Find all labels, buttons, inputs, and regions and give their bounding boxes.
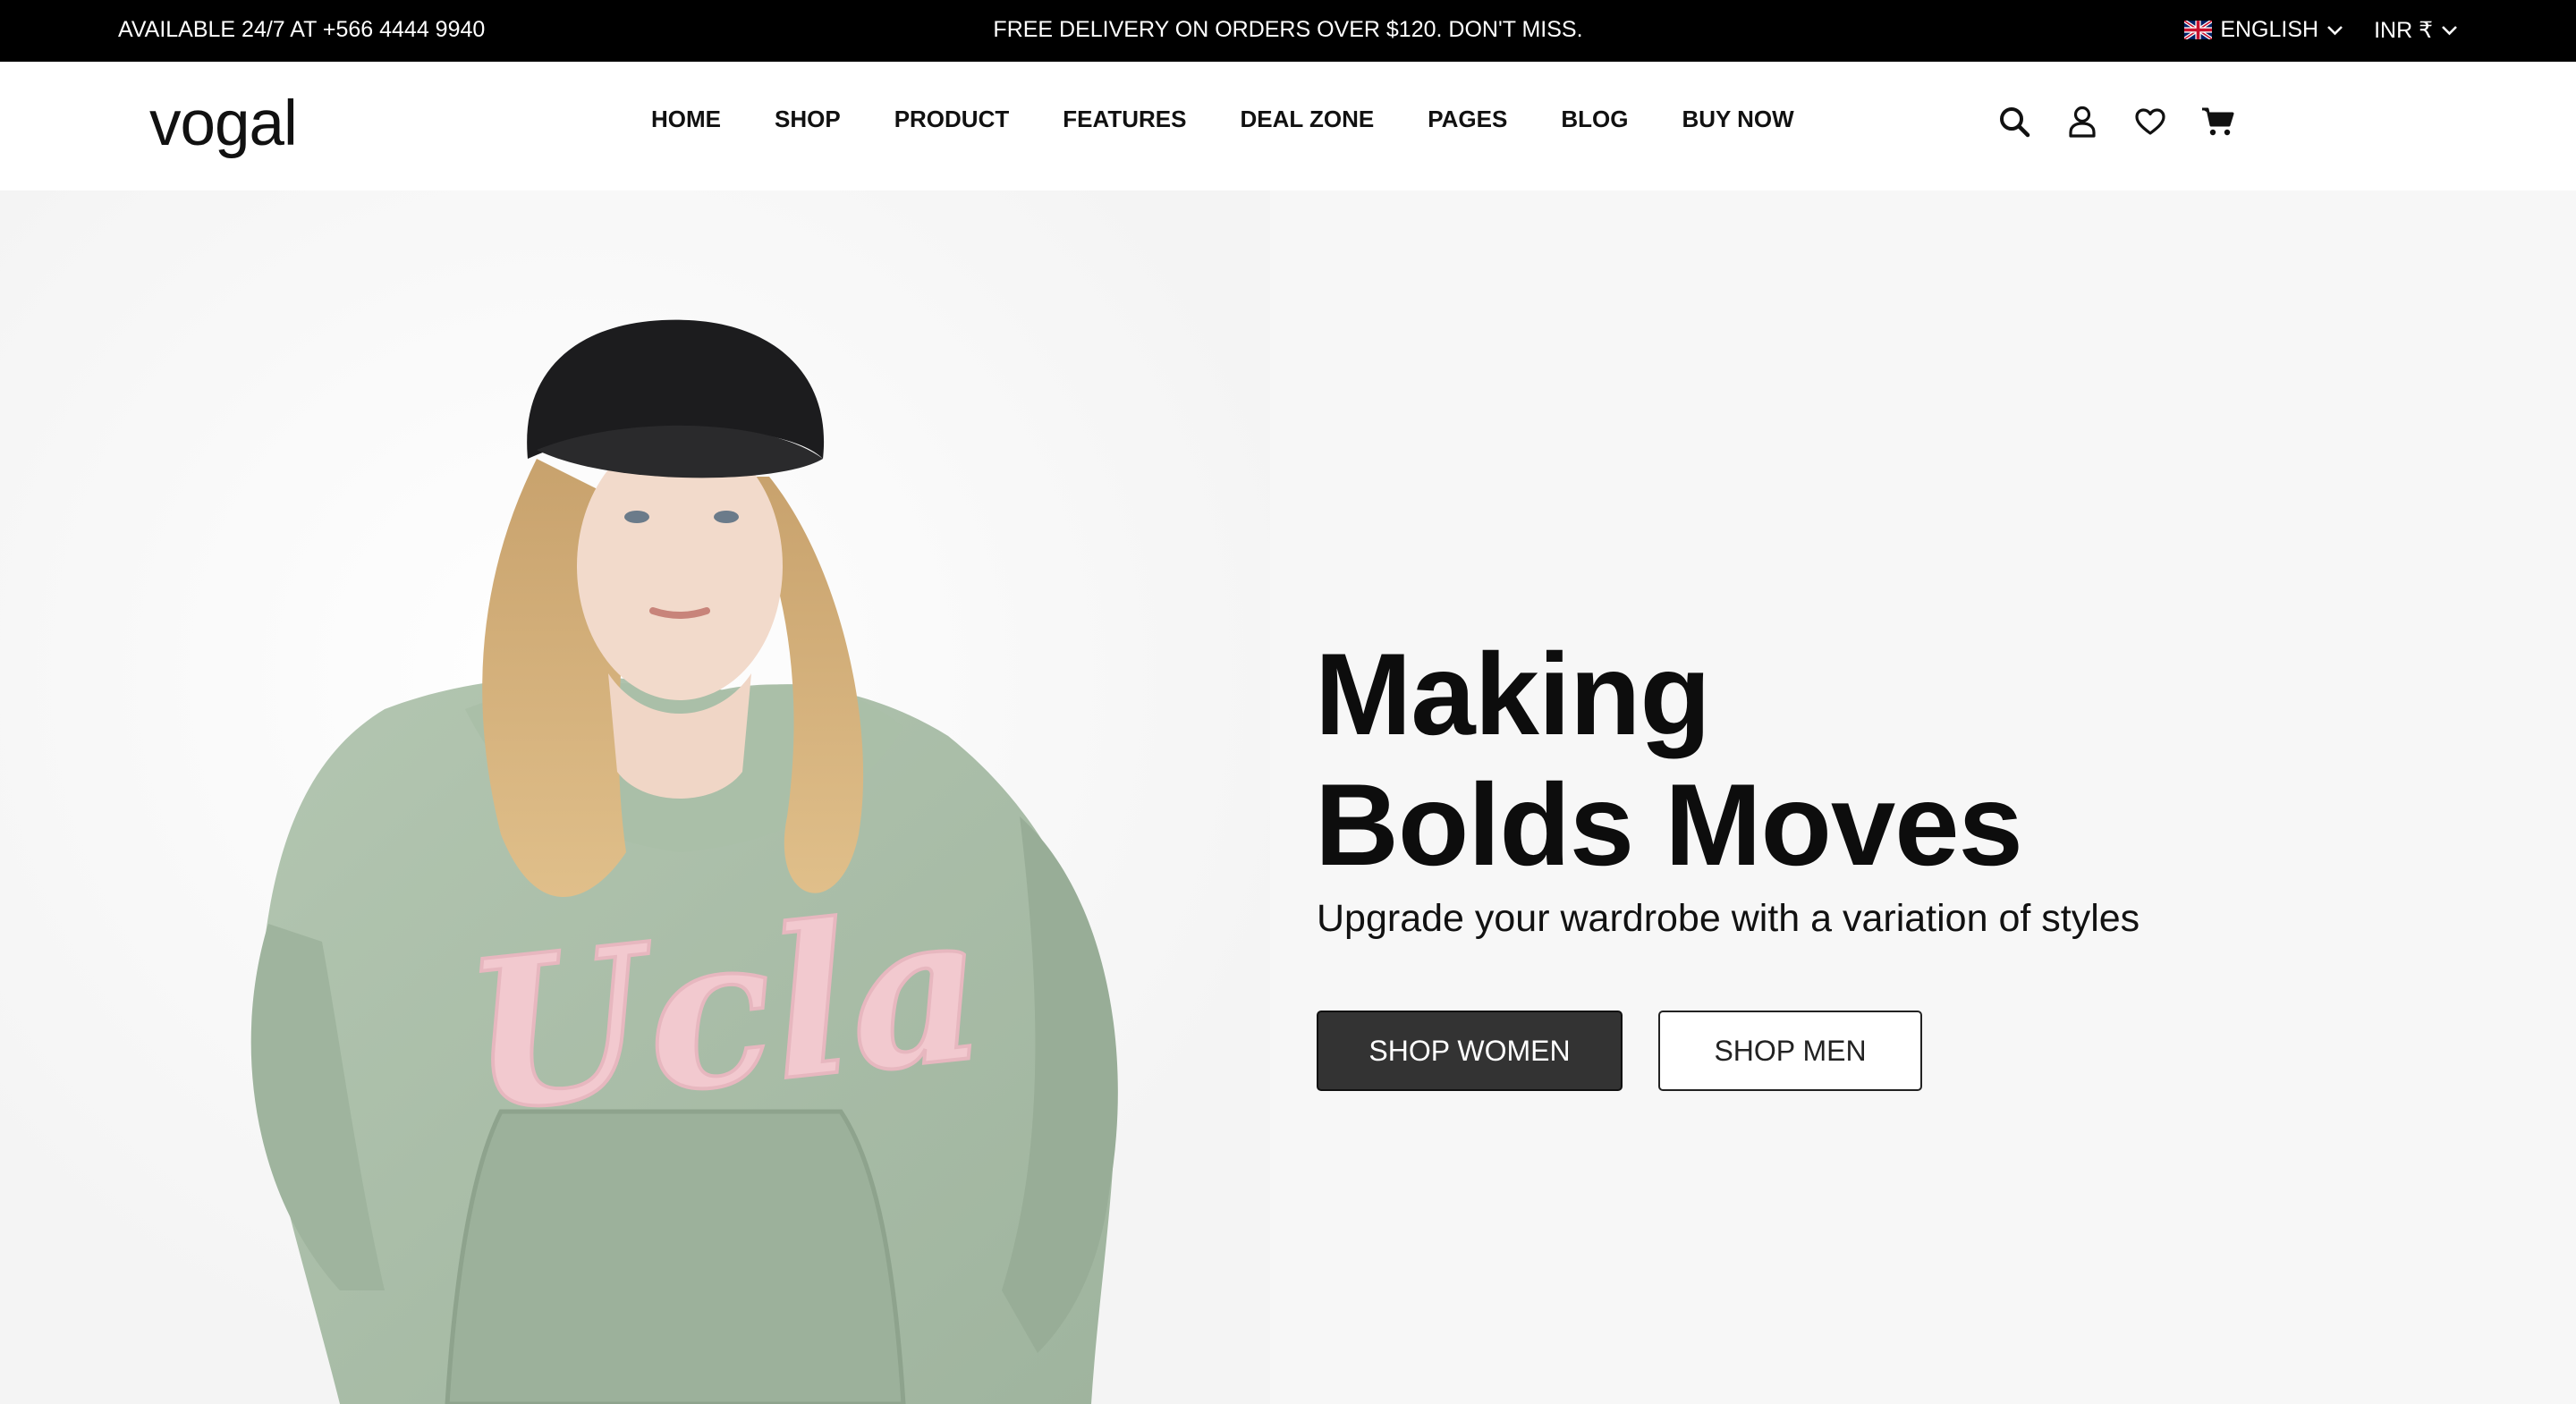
hero-headline: Making Bolds Moves xyxy=(1315,629,2023,890)
main-navigation: HOME SHOP PRODUCT FEATURES DEAL ZONE PAG… xyxy=(651,103,1821,135)
top-announcement-bar: AVAILABLE 24/7 AT +566 4444 9940 FREE DE… xyxy=(0,0,2576,62)
currency-selector[interactable]: INR ₹ xyxy=(2374,17,2458,44)
hero-banner: Ucla Making Bolds Moves Upgrade your war… xyxy=(0,190,2576,1404)
language-label: ENGLISH xyxy=(2220,17,2319,42)
currency-label: INR ₹ xyxy=(2374,17,2433,43)
headline-line-2: Bolds Moves xyxy=(1315,759,2023,890)
shop-men-button[interactable]: SHOP MEN xyxy=(1658,1011,1922,1091)
site-logo[interactable]: vogal xyxy=(149,90,298,158)
cart-button[interactable] xyxy=(2200,104,2236,140)
shop-women-button[interactable]: SHOP WOMEN xyxy=(1317,1011,1623,1091)
nav-pages[interactable]: PAGES xyxy=(1401,103,1534,135)
language-selector[interactable]: ENGLISH xyxy=(2184,17,2343,43)
nav-deal-zone[interactable]: DEAL ZONE xyxy=(1213,103,1401,135)
hero-subheadline: Upgrade your wardrobe with a variation o… xyxy=(1317,897,2140,940)
topbar-selectors: ENGLISH INR ₹ xyxy=(2184,0,2458,60)
nav-blog[interactable]: BLOG xyxy=(1534,103,1655,135)
search-icon xyxy=(2000,107,2030,138)
header-actions xyxy=(1996,104,2268,140)
user-icon xyxy=(2069,106,2096,138)
uk-flag-icon xyxy=(2184,21,2213,39)
nav-buy-now[interactable]: BUY NOW xyxy=(1655,103,1820,135)
hero-model-image: Ucla xyxy=(0,190,1270,1404)
chevron-down-icon xyxy=(2442,25,2457,35)
chevron-down-icon xyxy=(2327,25,2343,35)
search-button[interactable] xyxy=(1996,104,2032,140)
site-header: vogal HOME SHOP PRODUCT FEATURES DEAL ZO… xyxy=(0,62,2576,190)
account-button[interactable] xyxy=(2064,104,2100,140)
headline-line-1: Making xyxy=(1315,629,1711,759)
nav-shop[interactable]: SHOP xyxy=(748,103,868,135)
nav-product[interactable]: PRODUCT xyxy=(868,103,1037,135)
nav-home[interactable]: HOME xyxy=(651,103,748,135)
heart-icon xyxy=(2135,108,2165,135)
nav-features[interactable]: FEATURES xyxy=(1036,103,1213,135)
cart-icon xyxy=(2202,107,2234,136)
wishlist-button[interactable] xyxy=(2132,104,2168,140)
